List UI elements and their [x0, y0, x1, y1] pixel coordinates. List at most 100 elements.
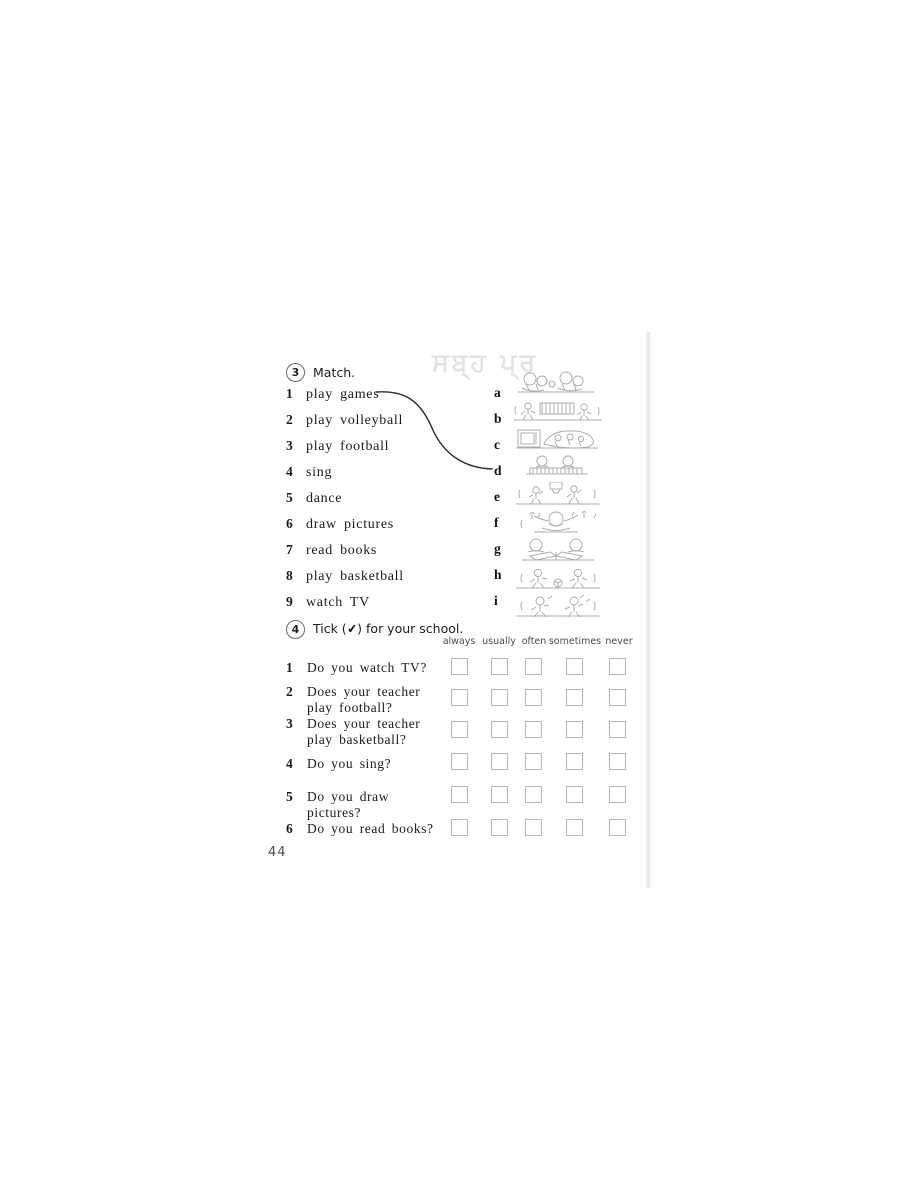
exercise-4-title-after: ) for your school. [357, 621, 464, 636]
match-row-number: 5 [286, 490, 293, 505]
exercise-4-title-before: Tick ( [313, 621, 347, 636]
match-row-number: 1 [286, 386, 293, 401]
column-header-sometimes: sometimes [548, 636, 602, 647]
illustration-g-read-books [522, 538, 594, 561]
question-row-1: 1 Do you watch TV? [286, 660, 427, 678]
match-letter-h[interactable]: h [494, 567, 506, 583]
checkbox-q1-sometimes[interactable] [566, 658, 583, 675]
checkbox-q5-often[interactable] [525, 786, 542, 803]
illustration-i-draw-pictures [516, 594, 600, 618]
match-row[interactable]: 8 play basketball [286, 567, 404, 585]
question-number: 2 [286, 684, 293, 699]
checkbox-q6-sometimes[interactable] [566, 819, 583, 836]
checkbox-q6-often[interactable] [525, 819, 542, 836]
checkbox-q4-always[interactable] [451, 753, 468, 770]
question-row-5: 5 Do you draw pictures? [286, 789, 389, 821]
match-letter-b[interactable]: b [494, 411, 506, 427]
question-number: 6 [286, 821, 293, 836]
question-text: Do you read books? [307, 821, 434, 836]
checkbox-q3-sometimes[interactable] [566, 721, 583, 738]
checkbox-q2-sometimes[interactable] [566, 689, 583, 706]
checkbox-q1-always[interactable] [451, 658, 468, 675]
match-row[interactable]: 1 play games [286, 385, 379, 403]
exercise-3-title: Match. [313, 365, 356, 380]
checkbox-q4-sometimes[interactable] [566, 753, 583, 770]
checkbox-q3-always[interactable] [451, 721, 468, 738]
checkbox-q1-never[interactable] [609, 658, 626, 675]
question-number: 3 [286, 716, 293, 731]
question-text: Does your teacher play football? [307, 684, 421, 715]
question-number: 4 [286, 756, 293, 771]
match-row[interactable]: 2 play volleyball [286, 411, 403, 429]
checkbox-q3-often[interactable] [525, 721, 542, 738]
tick-icon: ✔ [345, 620, 358, 637]
match-letter-e[interactable]: e [494, 489, 506, 505]
match-row[interactable]: 6 draw pictures [286, 515, 394, 533]
checkbox-q1-usually[interactable] [491, 658, 508, 675]
checkbox-q3-never[interactable] [609, 721, 626, 738]
checkbox-q5-sometimes[interactable] [566, 786, 583, 803]
checkbox-q4-often[interactable] [525, 753, 542, 770]
checkbox-q6-always[interactable] [451, 819, 468, 836]
match-row-label: play volleyball [306, 413, 404, 428]
match-row-label: read books [306, 543, 378, 558]
question-row-2: 2 Does your teacher play football? [286, 684, 420, 716]
illustration-c-watch-tv [516, 429, 598, 449]
checkbox-q2-usually[interactable] [491, 689, 508, 706]
match-row[interactable]: 5 dance [286, 489, 342, 507]
question-number: 1 [286, 660, 293, 675]
illustration-b-play-volleyball [514, 402, 602, 421]
match-row[interactable]: 7 read books [286, 541, 377, 559]
match-letter-f[interactable]: f [494, 515, 506, 531]
match-row-number: 8 [286, 568, 293, 583]
match-row-number: 2 [286, 412, 293, 427]
match-letter-d[interactable]: d [494, 463, 506, 479]
match-row-number: 4 [286, 464, 293, 479]
checkbox-q1-often[interactable] [525, 658, 542, 675]
question-row-4: 4 Do you sing? [286, 756, 391, 774]
checkbox-q3-usually[interactable] [491, 721, 508, 738]
match-row-label: draw pictures [306, 517, 394, 532]
match-row-number: 9 [286, 594, 293, 609]
exercise-3-badge: 3 [286, 363, 305, 382]
checkbox-q6-usually[interactable] [491, 819, 508, 836]
column-header-never: never [605, 636, 633, 647]
match-row-number: 7 [286, 542, 293, 557]
match-row[interactable]: 9 watch TV [286, 593, 370, 611]
match-row[interactable]: 3 play football [286, 437, 389, 455]
checkbox-q4-never[interactable] [609, 753, 626, 770]
checkbox-q2-never[interactable] [609, 689, 626, 706]
match-row-label: watch TV [306, 595, 370, 610]
question-text: Does your teacher play basketball? [307, 716, 421, 747]
page-edge-shadow [646, 332, 651, 888]
illustration-a-play-games [518, 371, 594, 393]
question-text: Do you draw pictures? [307, 789, 390, 820]
match-letter-i[interactable]: i [494, 593, 506, 609]
match-row-label: play basketball [306, 569, 404, 584]
checkbox-q5-never[interactable] [609, 786, 626, 803]
match-letter-c[interactable]: c [494, 437, 506, 453]
column-header-usually: usually [482, 636, 516, 647]
checkbox-q5-always[interactable] [451, 786, 468, 803]
checkbox-q2-always[interactable] [451, 689, 468, 706]
match-row-number: 6 [286, 516, 293, 531]
illustration-column [508, 370, 612, 618]
match-row-label: dance [306, 491, 343, 506]
match-row[interactable]: 4 sing [286, 463, 332, 481]
question-text: Do you watch TV? [307, 660, 427, 675]
question-row-3: 3 Does your teacher play basketball? [286, 716, 420, 748]
checkbox-q5-usually[interactable] [491, 786, 508, 803]
checkbox-q4-usually[interactable] [491, 753, 508, 770]
exercise-4-title: Tick (✔) for your school. [313, 620, 464, 637]
match-row-number: 3 [286, 438, 293, 453]
illustration-f-dance [520, 511, 597, 533]
match-letter-g[interactable]: g [494, 541, 506, 557]
illustration-e-play-basketball [516, 482, 600, 505]
checkbox-q2-often[interactable] [525, 689, 542, 706]
match-row-label: play games [306, 387, 380, 402]
match-letter-a[interactable]: a [494, 385, 506, 401]
illustration-h-play-football [516, 568, 600, 589]
question-row-6: 6 Do you read books? [286, 821, 434, 839]
match-row-label: sing [306, 465, 333, 480]
checkbox-q6-never[interactable] [609, 819, 626, 836]
